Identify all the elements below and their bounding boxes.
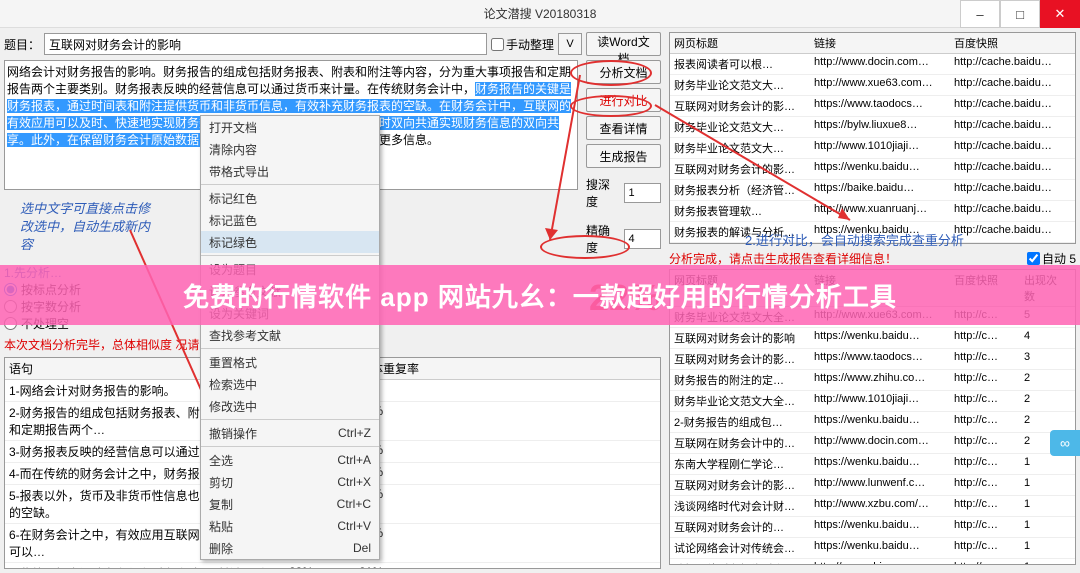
result-row[interactable]: 财务毕业论文范文大全…http://www.1010jiaji…http://c… bbox=[670, 391, 1075, 412]
result-row[interactable]: 报表阅读者可以根…http://www.docin.com…http://cac… bbox=[670, 54, 1075, 75]
ctx-selall[interactable]: 全选Ctrl+A bbox=[201, 449, 379, 471]
close-button[interactable]: ✕ bbox=[1040, 0, 1080, 28]
result-row[interactable]: 互联网对财务会计的…https://wenku.baidu…http://c…1 bbox=[670, 517, 1075, 538]
ctx-mark-blue[interactable]: 标记蓝色 bbox=[201, 209, 379, 231]
result-row[interactable]: 财务毕业论文范文大…https://bylw.liuxue8…http://ca… bbox=[670, 117, 1075, 138]
top-results-table[interactable]: 网页标题链接百度快照 报表阅读者可以根…http://www.docin.com… bbox=[669, 32, 1076, 244]
ctx-cut[interactable]: 剪切Ctrl+X bbox=[201, 471, 379, 493]
ctx-del[interactable]: 删除Del bbox=[201, 537, 379, 559]
topic-label: 题目： bbox=[4, 36, 40, 53]
result-row[interactable]: 互联网对财务会计的影…https://www.taodocs…http://c…… bbox=[670, 349, 1075, 370]
side-badge-icon[interactable]: ∞ bbox=[1050, 430, 1080, 456]
result-row[interactable]: 互联网对财务会计的影响https://wenku.baidu…http://c…… bbox=[670, 328, 1075, 349]
note-right: 2.进行对比，会自动搜索完成查重分析 bbox=[745, 230, 964, 249]
ctx-undo[interactable]: 撤销操作Ctrl+Z bbox=[201, 422, 379, 444]
result-row[interactable]: 财务报告的附注的定…https://www.zhihu.co…http://c…… bbox=[670, 370, 1075, 391]
manual-sort-checkbox[interactable]: 手动整理 bbox=[491, 36, 554, 53]
v-button[interactable]: V bbox=[558, 33, 582, 55]
result-row[interactable]: 互联网对财务会计的影…http://www.lunwenf.c…http://c… bbox=[670, 475, 1075, 496]
result-row[interactable]: 东南大学程刚仁学论…https://wenku.baidu…http://c…1 bbox=[670, 454, 1075, 475]
status-left: 本次文档分析完毕，总体相似度 bbox=[4, 338, 172, 352]
result-row[interactable]: 互联网对财务会计的影…https://wenku.baidu…http://ca… bbox=[670, 159, 1075, 180]
result-row[interactable]: 财务毕业论文范文大…http://www.1010jiaji…http://ca… bbox=[670, 138, 1075, 159]
ctx-copy[interactable]: 复制Ctrl+C bbox=[201, 493, 379, 515]
result-row[interactable]: 略探网络财务报告对会…http://www.chinaacc…http://c…… bbox=[670, 559, 1075, 565]
detail-button[interactable]: 查看详情 bbox=[586, 116, 661, 140]
term-row[interactable]: 7-此外，报表阅读者在保留财务会计…对数据进行再加…23%21% bbox=[5, 563, 660, 569]
ctx-reset[interactable]: 重置格式 bbox=[201, 351, 379, 373]
compare-button[interactable]: 进行对比 bbox=[586, 88, 661, 112]
context-menu: 打开文档 清除内容 带格式导出 标记红色 标记蓝色 标记绿色 设为题目 设为参考… bbox=[200, 115, 380, 560]
titlebar: 论文潜搜 V20180318 – □ ✕ bbox=[0, 0, 1080, 28]
note-left: 选中文字可直接点击修改选中，自动生成新内容 bbox=[20, 200, 160, 254]
result-row[interactable]: 试论网络会计对传统会…https://wenku.baidu…http://c…… bbox=[670, 538, 1075, 559]
result-row[interactable]: 2-财务报告的组成包…https://wenku.baidu…http://c…… bbox=[670, 412, 1075, 433]
read-word-button[interactable]: 读Word文档 bbox=[586, 32, 661, 56]
ctx-clear[interactable]: 清除内容 bbox=[201, 138, 379, 160]
analyze-button[interactable]: 分析文档 bbox=[586, 60, 661, 84]
ctx-paste[interactable]: 粘贴Ctrl+V bbox=[201, 515, 379, 537]
result-row[interactable]: 浅谈网络时代对会计财…http://www.xzbu.com/…http://c… bbox=[670, 496, 1075, 517]
minimize-button[interactable]: – bbox=[960, 0, 1000, 28]
ctx-mark-red[interactable]: 标记红色 bbox=[201, 187, 379, 209]
depth-spinner[interactable]: 1 bbox=[624, 183, 661, 203]
result-row[interactable]: 财务报表分析（经济管…https://baike.baidu…http://ca… bbox=[670, 180, 1075, 201]
topic-input[interactable] bbox=[44, 33, 487, 55]
ctx-open[interactable]: 打开文档 bbox=[201, 116, 379, 138]
result-row[interactable]: 互联网对财务会计的影…https://www.taodocs…http://ca… bbox=[670, 96, 1075, 117]
ctx-find-ref[interactable]: 查找参考文献 bbox=[201, 324, 379, 346]
result-row[interactable]: 财务毕业论文范文大…http://www.xue63.com…http://ca… bbox=[670, 75, 1075, 96]
ctx-mark-green[interactable]: 标记绿色 bbox=[201, 231, 379, 253]
ctx-export[interactable]: 带格式导出 bbox=[201, 160, 379, 182]
window-title: 论文潜搜 V20180318 bbox=[484, 5, 597, 22]
ctx-check-sel[interactable]: 检索选中 bbox=[201, 373, 379, 395]
ctx-modify-sel[interactable]: 修改选中 bbox=[201, 395, 379, 417]
maximize-button[interactable]: □ bbox=[1000, 0, 1040, 28]
report-button[interactable]: 生成报告 bbox=[586, 144, 661, 168]
result-row[interactable]: 财务报表管理软…http://www.xuanruanj…http://cach… bbox=[670, 201, 1075, 222]
result-row[interactable]: 互联网在财务会计中的…http://www.docin.com…http://c… bbox=[670, 433, 1075, 454]
accuracy-spinner[interactable]: 4 bbox=[624, 229, 661, 249]
overlay-banner: 免费的行情软件 app 网站九幺：一款超好用的行情分析工具 bbox=[0, 265, 1080, 325]
